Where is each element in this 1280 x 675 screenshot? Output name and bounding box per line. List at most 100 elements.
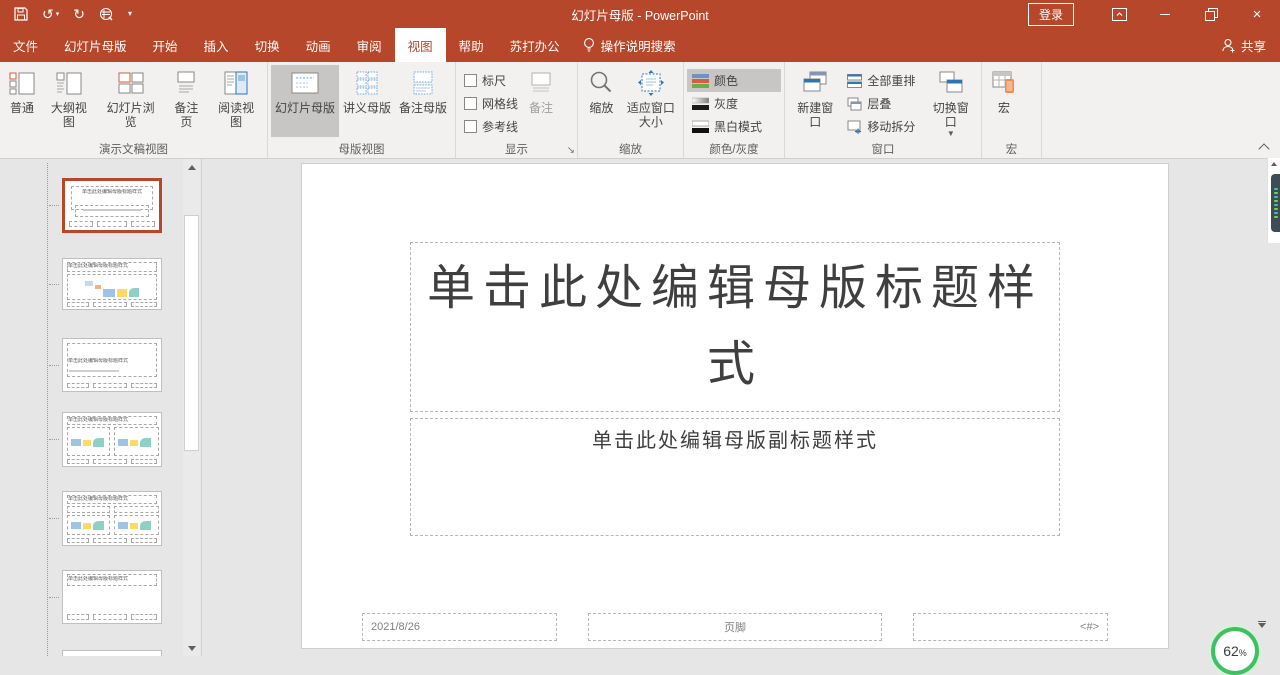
new-window-icon [800, 69, 830, 97]
tab-review[interactable]: 审阅 [344, 28, 395, 62]
subtitle-placeholder[interactable]: 单击此处编辑母版副标题样式 [410, 418, 1060, 536]
slide-editing-area[interactable]: 单击此处编辑母版标题样式 单击此处编辑母版副标题样式 2021/8/26 页脚 … [302, 164, 1168, 648]
macro-button[interactable]: 宏 [985, 65, 1023, 137]
switch-windows-icon [936, 69, 966, 97]
notes-master-icon [408, 69, 438, 97]
title-placeholder[interactable]: 单击此处编辑母版标题样式 [410, 242, 1060, 412]
date-text: 2021/8/26 [371, 621, 420, 633]
checkbox-icon [464, 97, 477, 110]
docked-addin-widget[interactable] [1271, 174, 1280, 232]
save-icon[interactable] [14, 7, 28, 21]
black-white-icon [692, 120, 709, 134]
group-presentation-views: 普通 大纲视图 幻灯片浏览 备注页 阅读视图 演示文稿视图 [0, 62, 268, 158]
slide-thumbnail-7[interactable] [62, 650, 162, 656]
tab-animations[interactable]: 动画 [293, 28, 344, 62]
connector-dash [49, 518, 59, 519]
undo-icon[interactable]: ↺▾ [42, 7, 59, 21]
macro-icon [989, 69, 1019, 97]
scrollbar-thumb[interactable] [184, 215, 199, 451]
group-zoom: 缩放 适应窗口大小 缩放 [578, 62, 684, 158]
tab-help[interactable]: 帮助 [446, 28, 497, 62]
fit-to-window-button[interactable]: 适应窗口大小 [622, 65, 680, 137]
connector-dash [49, 284, 59, 285]
scroll-up-icon[interactable] [1271, 162, 1277, 166]
thumbnail-scrollbar[interactable] [183, 159, 200, 656]
connector-dash [49, 439, 59, 440]
ribbon: 普通 大纲视图 幻灯片浏览 备注页 阅读视图 演示文稿视图 [0, 62, 1280, 159]
slide-number-placeholder[interactable]: <#> [913, 613, 1108, 641]
tab-home[interactable]: 开始 [140, 28, 191, 62]
black-white-button[interactable]: 黑白模式 [687, 115, 781, 138]
new-window-button[interactable]: 新建窗口 [788, 65, 842, 137]
slide-thumbnail-1[interactable]: 单击此处编辑母版标题样式 [62, 178, 162, 233]
connector-dash [49, 597, 59, 598]
minimize-button[interactable] [1142, 0, 1188, 28]
tell-me-search[interactable]: 操作说明搜索 [573, 28, 686, 62]
footer-placeholder[interactable]: 页脚 [588, 613, 882, 641]
scroll-down-button[interactable] [183, 640, 200, 656]
slide-sorter-button[interactable]: 幻灯片浏览 [97, 65, 165, 137]
slide-thumbnail-4[interactable]: 单击此处编辑母版标题样式 [62, 412, 162, 467]
qat-customize-icon[interactable]: ▾ [128, 10, 132, 18]
login-button[interactable]: 登录 [1028, 3, 1074, 26]
group-color-grayscale: 颜色 灰度 黑白模式 颜色/灰度 [684, 62, 785, 158]
slide-thumbnail-6[interactable]: 单击此处编辑母版标题样式 [62, 570, 162, 624]
next-slide-button[interactable] [1257, 621, 1267, 628]
move-split-button[interactable]: 移动拆分 [842, 115, 923, 138]
footer-text: 页脚 [724, 619, 746, 635]
restore-button[interactable] [1188, 0, 1234, 28]
title-bar: ↺▾ ↻ ▾ 幻灯片母版 - PowerPoint 登录 × [0, 0, 1280, 28]
slide-sorter-icon [116, 69, 146, 97]
tab-transitions[interactable]: 切换 [242, 28, 293, 62]
slide-thumbnail-5[interactable]: 单击此处编辑母版标题样式 [62, 491, 162, 546]
notes-master-button[interactable]: 备注母版 [395, 65, 451, 137]
notes-button[interactable]: 备注 [523, 65, 559, 137]
arrange-all-button[interactable]: 全部重排 [842, 69, 923, 92]
guides-checkbox[interactable]: 参考线 [459, 115, 523, 138]
thumbnail-title-text: 单击此处编辑母版标题样式 [68, 576, 156, 582]
notes-page-button[interactable]: 备注页 [164, 65, 208, 137]
ribbon-display-options-icon[interactable] [1096, 0, 1142, 28]
collapse-ribbon-icon[interactable] [1258, 143, 1269, 154]
gridlines-checkbox[interactable]: 网格线 [459, 92, 523, 115]
date-placeholder[interactable]: 2021/8/26 [362, 613, 557, 641]
share-button[interactable]: 共享 [1222, 28, 1266, 62]
switch-windows-button[interactable]: 切换窗口 ▼ [924, 65, 978, 137]
zoom-percent-value: 62 [1223, 643, 1239, 659]
preview-icon[interactable] [99, 7, 114, 21]
tab-slide-master[interactable]: 幻灯片母版 [51, 28, 140, 62]
redo-icon[interactable]: ↻ [73, 7, 85, 21]
tab-view[interactable]: 视图 [395, 28, 446, 62]
slide-master-button[interactable]: 幻灯片母版 [271, 65, 339, 137]
lightbulb-icon [583, 37, 595, 53]
grayscale-button[interactable]: 灰度 [687, 92, 781, 115]
color-button[interactable]: 颜色 [687, 69, 781, 92]
scroll-up-button[interactable] [183, 159, 200, 175]
tab-file[interactable]: 文件 [0, 28, 51, 62]
zoom-button[interactable]: 缩放 [581, 65, 622, 137]
master-layout-connector [47, 163, 48, 656]
checkbox-icon [464, 120, 477, 133]
normal-view-button[interactable]: 普通 [3, 65, 41, 137]
ruler-checkbox[interactable]: 标尺 [459, 69, 523, 92]
tab-insert[interactable]: 插入 [191, 28, 242, 62]
cascade-button[interactable]: 层叠 [842, 92, 923, 115]
move-split-icon [847, 120, 862, 134]
tab-soda-office[interactable]: 苏打办公 [497, 28, 573, 62]
thumbnail-title-text: 单击此处编辑母版标题样式 [68, 358, 156, 364]
outline-view-button[interactable]: 大纲视图 [41, 65, 97, 137]
pane-divider[interactable] [201, 159, 202, 656]
slide-thumbnail-3[interactable]: 单击此处编辑母版标题样式 [62, 338, 162, 392]
normal-view-icon [7, 69, 37, 97]
title-placeholder-text: 单击此处编辑母版标题样式 [411, 251, 1059, 403]
handout-master-button[interactable]: 讲义母版 [339, 65, 395, 137]
reading-view-button[interactable]: 阅读视图 [208, 65, 264, 137]
connector-dash [49, 365, 59, 366]
slide-thumbnail-2[interactable]: 单击此处编辑母版标题样式 [62, 258, 162, 310]
close-button[interactable]: × [1234, 0, 1280, 28]
notes-icon [527, 69, 555, 97]
outline-view-icon [54, 69, 84, 97]
arrange-all-icon [847, 74, 862, 88]
quick-access-toolbar: ↺▾ ↻ ▾ [0, 7, 132, 21]
zoom-level-badge[interactable]: 62 % [1211, 627, 1259, 675]
